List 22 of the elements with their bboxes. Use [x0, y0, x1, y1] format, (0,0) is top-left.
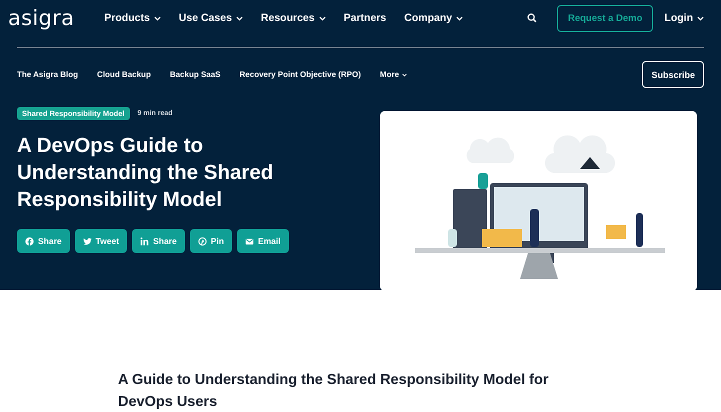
nav-link[interactable]: Company: [404, 12, 464, 24]
request-demo-button[interactable]: Request a Demo: [556, 4, 654, 32]
blog-nav-link[interactable]: Cloud Backup: [97, 70, 151, 79]
subscribe-button[interactable]: Subscribe: [642, 61, 704, 88]
section-heading: A Guide to Understanding the Shared Responsibility Model for DevOps Users: [118, 371, 550, 412]
nav-link[interactable]: Use Cases: [178, 12, 243, 24]
facebook-icon: [25, 236, 34, 246]
nav-link[interactable]: Partners: [344, 12, 386, 24]
bird-icon: [82, 236, 92, 246]
blog-nav-link[interactable]: Backup SaaS: [170, 70, 221, 79]
linkedin-icon: [140, 236, 150, 246]
login-link[interactable]: Login: [664, 12, 704, 24]
pinterest-icon: [198, 236, 207, 246]
nav-link[interactable]: Resources: [260, 12, 326, 24]
search-icon[interactable]: [526, 13, 537, 23]
blog-nav-link[interactable]: Recovery Point Objective (RPO): [240, 70, 361, 79]
blog-nav-link[interactable]: The Asigra Blog: [17, 70, 78, 79]
nav-link[interactable]: Products: [104, 12, 161, 24]
article-title: A DevOps Guide to Understanding the Shared Responsibility Model: [17, 133, 274, 213]
logo[interactable]: asigra: [8, 8, 74, 28]
envelope-icon: [244, 236, 254, 246]
blog-nav-link[interactable]: More: [380, 70, 408, 79]
